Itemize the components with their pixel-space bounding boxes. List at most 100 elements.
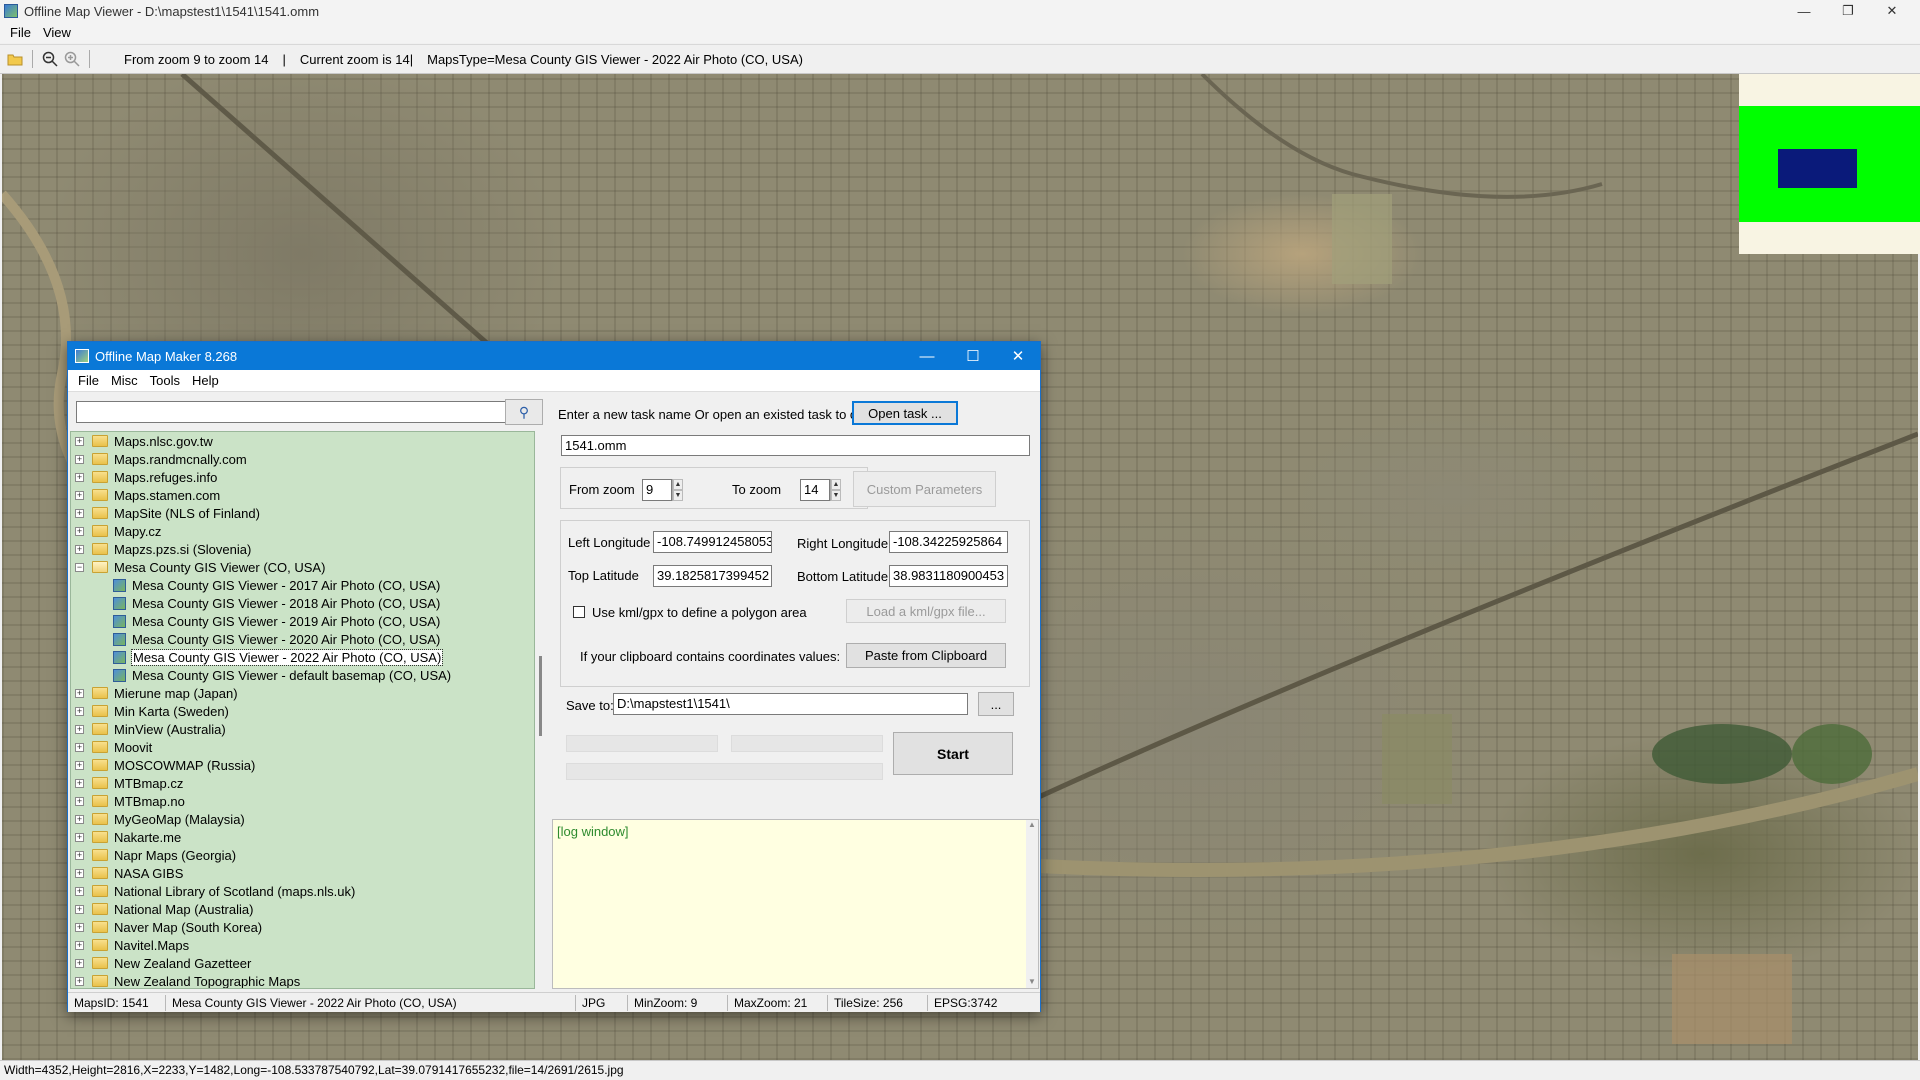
tree-item[interactable]: + Moovit: [71, 738, 534, 756]
map-source-tree[interactable]: + Maps.nlsc.gov.tw + Maps.randmcnally.com + M…: [70, 431, 535, 989]
tree-item[interactable]: + Maps.stamen.com: [71, 486, 534, 504]
paste-clipboard-button[interactable]: Paste from Clipboard: [846, 643, 1006, 668]
expand-icon[interactable]: +: [75, 760, 84, 770]
expand-icon[interactable]: +: [75, 724, 84, 734]
expand-icon[interactable]: +: [75, 742, 84, 752]
save-to-label: Save to:: [566, 698, 614, 713]
dialog-minimize-button[interactable]: —: [904, 342, 950, 370]
tree-item[interactable]: + Min Karta (Sweden): [71, 702, 534, 720]
expand-icon[interactable]: +: [75, 508, 84, 518]
tree-item[interactable]: Mesa County GIS Viewer - 2022 Air Photo …: [71, 648, 534, 666]
tree-item[interactable]: + Maps.nlsc.gov.tw: [71, 432, 534, 450]
zoom-out-icon[interactable]: [39, 48, 61, 70]
expand-icon[interactable]: +: [75, 706, 84, 716]
tree-item[interactable]: + New Zealand Topographic Maps: [71, 972, 534, 988]
search-button[interactable]: ⚲: [505, 399, 543, 425]
tree-item[interactable]: + Mapzs.pzs.si (Slovenia): [71, 540, 534, 558]
tree-item[interactable]: + National Map (Australia): [71, 900, 534, 918]
expand-icon[interactable]: +: [75, 958, 84, 968]
expand-icon[interactable]: +: [75, 922, 84, 932]
tree-item[interactable]: + Mapy.cz: [71, 522, 534, 540]
tree-item[interactable]: + MyGeoMap (Malaysia): [71, 810, 534, 828]
expand-icon[interactable]: +: [75, 490, 84, 500]
scrollbar-thumb[interactable]: [539, 656, 542, 736]
tree-item[interactable]: Mesa County GIS Viewer - 2020 Air Photo …: [71, 630, 534, 648]
tree-item[interactable]: + Maps.refuges.info: [71, 468, 534, 486]
dialog-menu-tools[interactable]: Tools: [144, 373, 186, 388]
to-zoom-spinner[interactable]: ▲ ▼: [830, 479, 841, 501]
left-longitude-input[interactable]: -108.749912458053: [653, 531, 772, 553]
collapse-icon[interactable]: −: [75, 562, 84, 572]
expand-icon[interactable]: +: [75, 940, 84, 950]
expand-icon[interactable]: +: [75, 688, 84, 698]
zoom-in-icon[interactable]: [61, 48, 83, 70]
bottom-latitude-input[interactable]: 38.9831180900453: [889, 565, 1008, 587]
minimize-button[interactable]: —: [1782, 0, 1826, 22]
tree-item[interactable]: + New Zealand Gazetteer: [71, 954, 534, 972]
expand-icon[interactable]: +: [75, 796, 84, 806]
overview-minimap[interactable]: [1739, 74, 1920, 254]
tree-item[interactable]: − Mesa County GIS Viewer (CO, USA): [71, 558, 534, 576]
tree-item[interactable]: Mesa County GIS Viewer - default basemap…: [71, 666, 534, 684]
tree-scrollbar[interactable]: [537, 431, 546, 989]
map-search-input[interactable]: [76, 401, 509, 423]
tree-item[interactable]: Mesa County GIS Viewer - 2019 Air Photo …: [71, 612, 534, 630]
tree-item[interactable]: + MOSCOWMAP (Russia): [71, 756, 534, 774]
expand-icon[interactable]: +: [75, 886, 84, 896]
menu-view[interactable]: View: [37, 25, 77, 40]
menu-file[interactable]: File: [4, 25, 37, 40]
expand-icon[interactable]: +: [75, 544, 84, 554]
expand-icon[interactable]: +: [75, 868, 84, 878]
tree-item[interactable]: + Maps.randmcnally.com: [71, 450, 534, 468]
log-window[interactable]: [log window] ▲ ▼: [552, 819, 1039, 989]
tree-item[interactable]: + Naver Map (South Korea): [71, 918, 534, 936]
task-name-input[interactable]: 1541.omm: [561, 435, 1030, 456]
top-latitude-input[interactable]: 39.1825817399452: [653, 565, 772, 587]
from-zoom-spinner[interactable]: ▲ ▼: [672, 479, 683, 501]
save-to-input[interactable]: D:\mapstest1\1541\: [613, 693, 968, 715]
open-task-button[interactable]: Open task ...: [852, 401, 958, 425]
browse-button[interactable]: ...: [978, 692, 1014, 716]
kml-checkbox[interactable]: [573, 606, 585, 618]
expand-icon[interactable]: +: [75, 850, 84, 860]
expand-icon[interactable]: +: [75, 976, 84, 986]
tree-item[interactable]: + Navitel.Maps: [71, 936, 534, 954]
tree-item[interactable]: + Napr Maps (Georgia): [71, 846, 534, 864]
dialog-menu-file[interactable]: File: [72, 373, 105, 388]
from-zoom-input[interactable]: 9: [642, 479, 672, 501]
expand-icon[interactable]: +: [75, 814, 84, 824]
right-longitude-input[interactable]: -108.34225925864: [889, 531, 1008, 553]
expand-icon[interactable]: +: [75, 454, 84, 464]
log-scrollbar[interactable]: ▲ ▼: [1026, 820, 1038, 988]
tree-item[interactable]: + Mierune map (Japan): [71, 684, 534, 702]
expand-icon[interactable]: +: [75, 436, 84, 446]
expand-icon[interactable]: +: [75, 778, 84, 788]
tree-item[interactable]: Mesa County GIS Viewer - 2017 Air Photo …: [71, 576, 534, 594]
dialog-menu-misc[interactable]: Misc: [105, 373, 144, 388]
tree-item[interactable]: + MinView (Australia): [71, 720, 534, 738]
to-zoom-input[interactable]: 14: [800, 479, 830, 501]
expand-icon[interactable]: +: [75, 904, 84, 914]
tree-item[interactable]: + MTBmap.no: [71, 792, 534, 810]
dialog-close-button[interactable]: ✕: [995, 342, 1041, 370]
tree-item[interactable]: + Nakarte.me: [71, 828, 534, 846]
tree-item[interactable]: + NASA GIBS: [71, 864, 534, 882]
restore-button[interactable]: ❐: [1826, 0, 1870, 22]
expand-icon[interactable]: +: [75, 832, 84, 842]
dialog-maximize-button[interactable]: ☐: [950, 342, 996, 370]
start-button[interactable]: Start: [893, 732, 1013, 775]
expand-icon[interactable]: +: [75, 472, 84, 482]
close-button[interactable]: ✕: [1870, 0, 1914, 22]
tree-item[interactable]: Mesa County GIS Viewer - 2018 Air Photo …: [71, 594, 534, 612]
load-kml-button[interactable]: Load a kml/gpx file...: [846, 599, 1006, 623]
tree-item[interactable]: + MTBmap.cz: [71, 774, 534, 792]
expand-icon[interactable]: +: [75, 526, 84, 536]
status-min-zoom: MinZoom: 9: [628, 994, 728, 1011]
tree-item[interactable]: + MapSite (NLS of Finland): [71, 504, 534, 522]
dialog-menu-help[interactable]: Help: [186, 373, 225, 388]
overview-viewport[interactable]: [1778, 149, 1857, 188]
progress-bar-total: [566, 763, 883, 780]
open-folder-icon[interactable]: [4, 48, 26, 70]
tree-item[interactable]: + National Library of Scotland (maps.nls.…: [71, 882, 534, 900]
custom-parameters-button[interactable]: Custom Parameters: [853, 471, 996, 507]
